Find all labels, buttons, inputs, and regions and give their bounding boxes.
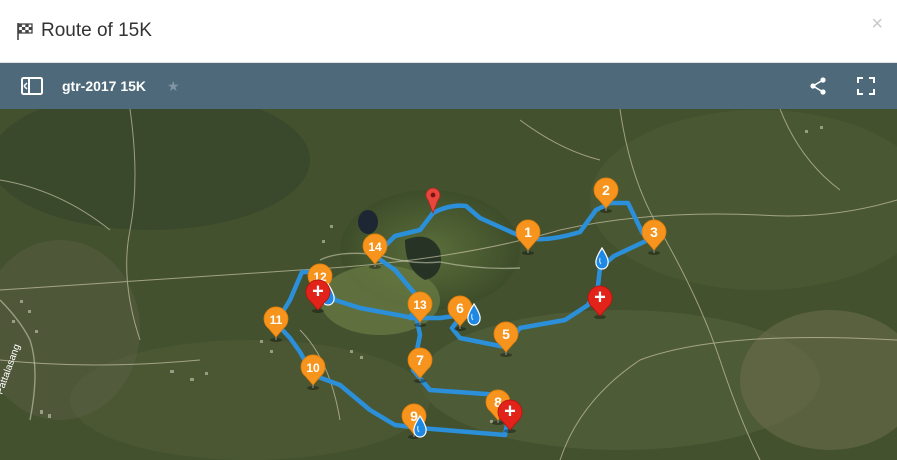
share-button[interactable] (800, 63, 836, 109)
svg-text:7: 7 (416, 352, 424, 368)
svg-text:2: 2 (602, 182, 610, 198)
svg-text:14: 14 (368, 240, 382, 254)
svg-text:13: 13 (413, 298, 427, 312)
modal-title-text: Route of 15K (41, 20, 152, 41)
svg-text:6: 6 (456, 300, 464, 316)
svg-text:3: 3 (650, 224, 658, 240)
route-map[interactable]: Pattalasang 12 8 11 10 9 7 6 5 13 14 1 2 3 + + + (0, 109, 897, 460)
favorite-star-icon[interactable]: ★ (167, 78, 180, 95)
map-toolbar: gtr-2017 15K ★ (0, 63, 897, 109)
flag-icon (17, 23, 33, 40)
panel-toggle-button[interactable] (14, 63, 50, 109)
svg-text:5: 5 (502, 326, 510, 342)
panel-toggle-icon (21, 77, 43, 95)
svg-text:1: 1 (524, 224, 532, 240)
svg-text:+: + (594, 287, 606, 309)
modal-title: Route of 15K (15, 20, 152, 42)
satellite-map-svg: Pattalasang 128111097651314123+ ++ (0, 109, 897, 460)
fullscreen-button[interactable] (848, 63, 884, 109)
map-name: gtr-2017 15K (62, 78, 147, 94)
svg-text:+: + (312, 281, 324, 303)
share-icon (810, 77, 826, 95)
svg-text:10: 10 (306, 361, 320, 375)
fullscreen-icon (857, 77, 875, 95)
svg-text:+: + (504, 401, 516, 423)
svg-text:11: 11 (270, 313, 283, 327)
modal-header: Route of 15K × (0, 0, 897, 63)
close-button[interactable]: × (871, 14, 883, 34)
